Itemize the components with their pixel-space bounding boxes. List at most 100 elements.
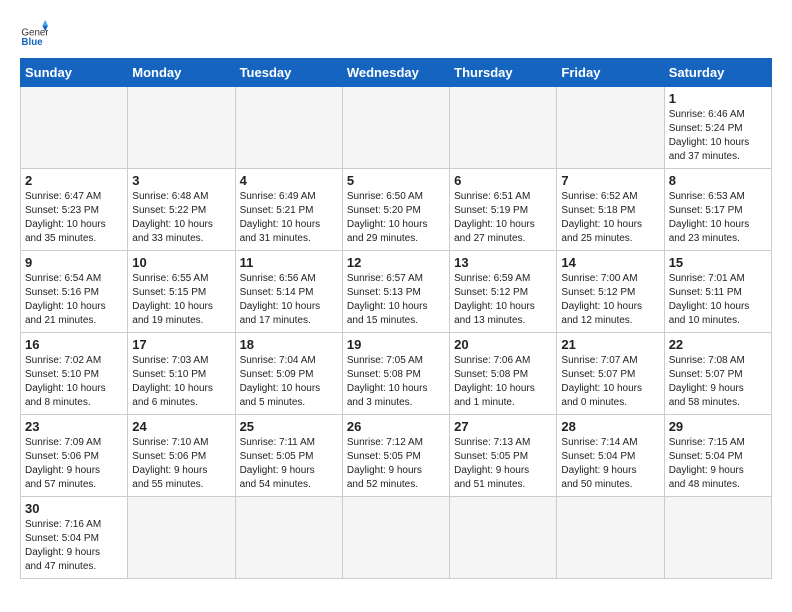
calendar-cell: 13Sunrise: 6:59 AM Sunset: 5:12 PM Dayli… — [450, 251, 557, 333]
calendar-cell: 3Sunrise: 6:48 AM Sunset: 5:22 PM Daylig… — [128, 169, 235, 251]
day-info: Sunrise: 7:00 AM Sunset: 5:12 PM Dayligh… — [561, 272, 659, 328]
calendar-cell — [235, 87, 342, 169]
svg-text:Blue: Blue — [21, 37, 43, 48]
day-info: Sunrise: 6:47 AM Sunset: 5:23 PM Dayligh… — [25, 190, 123, 246]
day-number: 30 — [25, 501, 123, 516]
calendar-cell — [450, 497, 557, 579]
day-info: Sunrise: 7:16 AM Sunset: 5:04 PM Dayligh… — [25, 518, 123, 574]
day-info: Sunrise: 6:50 AM Sunset: 5:20 PM Dayligh… — [347, 190, 445, 246]
calendar-header-monday: Monday — [128, 59, 235, 87]
day-info: Sunrise: 7:03 AM Sunset: 5:10 PM Dayligh… — [132, 354, 230, 410]
day-number: 25 — [240, 419, 338, 434]
calendar-cell: 9 Sunrise: 6:54 AM Sunset: 5:16 PM Daylig… — [21, 251, 128, 333]
calendar-header-wednesday: Wednesday — [342, 59, 449, 87]
calendar-cell — [342, 87, 449, 169]
day-number: 12 — [347, 255, 445, 270]
calendar-cell — [235, 497, 342, 579]
day-number: 29 — [669, 419, 767, 434]
day-info: Sunrise: 6:54 AM Sunset: 5:16 PM Dayligh… — [25, 272, 123, 328]
day-number: 14 — [561, 255, 659, 270]
day-info: Sunrise: 7:09 AM Sunset: 5:06 PM Dayligh… — [25, 436, 123, 492]
calendar-cell: 12 Sunrise: 6:57 AM Sunset: 5:13 PM Dayli… — [342, 251, 449, 333]
day-number: 19 — [347, 337, 445, 352]
day-info: Sunrise: 7:04 AM Sunset: 5:09 PM Dayligh… — [240, 354, 338, 410]
calendar-cell: 8Sunrise: 6:53 AM Sunset: 5:17 PM Daylig… — [664, 169, 771, 251]
calendar-cell: 17 Sunrise: 7:03 AM Sunset: 5:10 PM Dayli… — [128, 333, 235, 415]
day-info: Sunrise: 6:52 AM Sunset: 5:18 PM Dayligh… — [561, 190, 659, 246]
day-number: 7 — [561, 173, 659, 188]
calendar-cell: 21 Sunrise: 7:07 AM Sunset: 5:07 PM Dayli… — [557, 333, 664, 415]
day-number: 27 — [454, 419, 552, 434]
day-info: Sunrise: 6:46 AM Sunset: 5:24 PM Dayligh… — [669, 108, 767, 164]
day-number: 17 — [132, 337, 230, 352]
calendar-cell: 30 Sunrise: 7:16 AM Sunset: 5:04 PM Dayli… — [21, 497, 128, 579]
calendar-cell: 7 Sunrise: 6:52 AM Sunset: 5:18 PM Daylig… — [557, 169, 664, 251]
day-info: Sunrise: 6:51 AM Sunset: 5:19 PM Dayligh… — [454, 190, 552, 246]
calendar-header-sunday: Sunday — [21, 59, 128, 87]
calendar-cell: 18 Sunrise: 7:04 AM Sunset: 5:09 PM Dayli… — [235, 333, 342, 415]
calendar-header-row: SundayMondayTuesdayWednesdayThursdayFrid… — [21, 59, 772, 87]
day-info: Sunrise: 6:57 AM Sunset: 5:13 PM Dayligh… — [347, 272, 445, 328]
calendar-week-row: 23 Sunrise: 7:09 AM Sunset: 5:06 PM Dayli… — [21, 415, 772, 497]
day-info: Sunrise: 7:15 AM Sunset: 5:04 PM Dayligh… — [669, 436, 767, 492]
day-number: 16 — [25, 337, 123, 352]
day-info: Sunrise: 7:13 AM Sunset: 5:05 PM Dayligh… — [454, 436, 552, 492]
calendar-week-row: 1Sunrise: 6:46 AM Sunset: 5:24 PM Daylig… — [21, 87, 772, 169]
day-info: Sunrise: 6:56 AM Sunset: 5:14 PM Dayligh… — [240, 272, 338, 328]
day-info: Sunrise: 6:59 AM Sunset: 5:12 PM Dayligh… — [454, 272, 552, 328]
day-info: Sunrise: 6:55 AM Sunset: 5:15 PM Dayligh… — [132, 272, 230, 328]
calendar-cell — [128, 87, 235, 169]
calendar-header-friday: Friday — [557, 59, 664, 87]
day-info: Sunrise: 6:49 AM Sunset: 5:21 PM Dayligh… — [240, 190, 338, 246]
calendar-cell: 4 Sunrise: 6:49 AM Sunset: 5:21 PM Daylig… — [235, 169, 342, 251]
day-info: Sunrise: 7:12 AM Sunset: 5:05 PM Dayligh… — [347, 436, 445, 492]
calendar-week-row: 30 Sunrise: 7:16 AM Sunset: 5:04 PM Dayli… — [21, 497, 772, 579]
calendar-week-row: 16Sunrise: 7:02 AM Sunset: 5:10 PM Dayli… — [21, 333, 772, 415]
calendar-header-saturday: Saturday — [664, 59, 771, 87]
calendar-cell: 6Sunrise: 6:51 AM Sunset: 5:19 PM Daylig… — [450, 169, 557, 251]
calendar-cell: 25 Sunrise: 7:11 AM Sunset: 5:05 PM Dayli… — [235, 415, 342, 497]
calendar-cell: 5 Sunrise: 6:50 AM Sunset: 5:20 PM Daylig… — [342, 169, 449, 251]
day-number: 20 — [454, 337, 552, 352]
day-number: 4 — [240, 173, 338, 188]
day-info: Sunrise: 7:06 AM Sunset: 5:08 PM Dayligh… — [454, 354, 552, 410]
day-number: 10 — [132, 255, 230, 270]
calendar-cell — [21, 87, 128, 169]
day-number: 22 — [669, 337, 767, 352]
calendar-header-thursday: Thursday — [450, 59, 557, 87]
calendar-cell — [664, 497, 771, 579]
calendar-week-row: 9 Sunrise: 6:54 AM Sunset: 5:16 PM Daylig… — [21, 251, 772, 333]
day-info: Sunrise: 7:01 AM Sunset: 5:11 PM Dayligh… — [669, 272, 767, 328]
calendar-cell: 1Sunrise: 6:46 AM Sunset: 5:24 PM Daylig… — [664, 87, 771, 169]
calendar-cell: 19 Sunrise: 7:05 AM Sunset: 5:08 PM Dayli… — [342, 333, 449, 415]
day-number: 21 — [561, 337, 659, 352]
calendar-cell: 20 Sunrise: 7:06 AM Sunset: 5:08 PM Dayli… — [450, 333, 557, 415]
day-info: Sunrise: 7:08 AM Sunset: 5:07 PM Dayligh… — [669, 354, 767, 410]
day-info: Sunrise: 6:48 AM Sunset: 5:22 PM Dayligh… — [132, 190, 230, 246]
day-number: 18 — [240, 337, 338, 352]
calendar-cell: 24Sunrise: 7:10 AM Sunset: 5:06 PM Dayli… — [128, 415, 235, 497]
calendar-cell: 23 Sunrise: 7:09 AM Sunset: 5:06 PM Dayli… — [21, 415, 128, 497]
calendar-header-tuesday: Tuesday — [235, 59, 342, 87]
day-info: Sunrise: 7:05 AM Sunset: 5:08 PM Dayligh… — [347, 354, 445, 410]
calendar-cell: 2 Sunrise: 6:47 AM Sunset: 5:23 PM Daylig… — [21, 169, 128, 251]
day-info: Sunrise: 7:07 AM Sunset: 5:07 PM Dayligh… — [561, 354, 659, 410]
calendar-cell — [557, 87, 664, 169]
day-number: 8 — [669, 173, 767, 188]
day-number: 5 — [347, 173, 445, 188]
day-number: 23 — [25, 419, 123, 434]
calendar-cell — [342, 497, 449, 579]
calendar-cell: 28Sunrise: 7:14 AM Sunset: 5:04 PM Dayli… — [557, 415, 664, 497]
day-number: 28 — [561, 419, 659, 434]
calendar-cell: 14 Sunrise: 7:00 AM Sunset: 5:12 PM Dayli… — [557, 251, 664, 333]
calendar-cell — [557, 497, 664, 579]
day-number: 2 — [25, 173, 123, 188]
logo: General Blue — [20, 20, 52, 48]
calendar-cell: 11Sunrise: 6:56 AM Sunset: 5:14 PM Dayli… — [235, 251, 342, 333]
day-number: 9 — [25, 255, 123, 270]
calendar-cell — [450, 87, 557, 169]
calendar: SundayMondayTuesdayWednesdayThursdayFrid… — [20, 58, 772, 579]
calendar-cell: 15Sunrise: 7:01 AM Sunset: 5:11 PM Dayli… — [664, 251, 771, 333]
day-info: Sunrise: 7:11 AM Sunset: 5:05 PM Dayligh… — [240, 436, 338, 492]
day-number: 24 — [132, 419, 230, 434]
